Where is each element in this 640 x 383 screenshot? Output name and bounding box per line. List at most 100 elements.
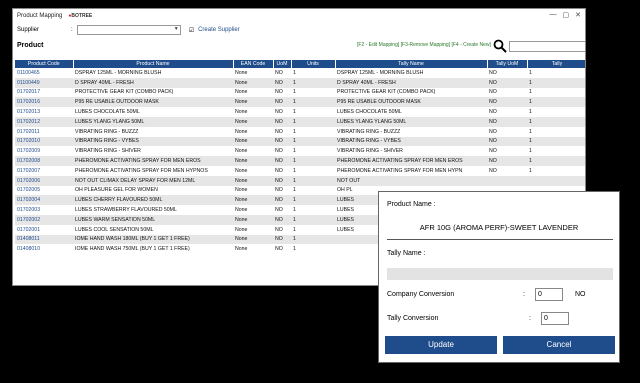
cell-tally-uom <box>487 175 527 186</box>
cell-product-code: 01100465 <box>15 68 73 78</box>
table-row[interactable]: 01702013 LUBES CHOCOLATE 50ML None NO 1 LUBES… <box>15 107 585 117</box>
mapping-dialog: Product Name : AFR 10G (AROMA PERF)-SWEE… <box>378 191 620 363</box>
cell-tally: 1 <box>527 68 585 78</box>
maximize-button[interactable]: ▢ <box>563 11 570 19</box>
cell-uom: NO <box>273 234 291 245</box>
table-row[interactable]: 01702010 VIBRATING RING - VYBES None NO 1 VIB… <box>15 136 585 147</box>
table-row[interactable]: 01702012 LUBES YLANG YLANG 50ML None NO 1 LUB… <box>15 116 585 127</box>
window-title: Product Mapping <box>17 13 63 19</box>
cell-tally-uom: NO <box>487 116 527 127</box>
cell-ean-code: None <box>233 165 273 176</box>
cell-product-code: 01702006 <box>15 175 73 186</box>
cell-uom: NO <box>273 175 291 186</box>
cell-uom: NO <box>273 195 291 206</box>
cell-ean-code: None <box>233 195 273 206</box>
cell-tally: 1 <box>527 146 585 157</box>
cancel-button[interactable]: Cancel <box>503 336 615 354</box>
cell-units: 1 <box>291 87 335 98</box>
cell-uom: NO <box>273 126 291 137</box>
col-header-tally[interactable]: Tally <box>527 60 585 68</box>
cell-units: 1 <box>291 185 335 196</box>
cell-product-name: VIBRATING RING - VYBES <box>73 136 233 147</box>
create-supplier-checkbox[interactable]: ☑ <box>189 27 194 34</box>
cell-product-code: 01702017 <box>15 87 73 98</box>
cell-uom: NO <box>273 97 291 108</box>
table-row[interactable]: 01100465 DSPRAY 125ML - MORNING BLUSH None… <box>15 68 585 78</box>
cell-ean-code: None <box>233 185 273 196</box>
cell-tally-uom: NO <box>487 87 527 98</box>
cell-product-name: D SPRAY 40ML - FRESH <box>73 77 233 88</box>
brand-logo: ●BOTREE <box>68 13 92 19</box>
tally-conversion-input[interactable]: 0 <box>541 312 569 325</box>
table-row[interactable]: 01702007 PHEROMONE ACTIVATING SPRAY FOR M… <box>15 165 585 176</box>
col-header-tally-name[interactable]: Tally Name <box>335 60 488 68</box>
cell-product-name: VIBRATING RING - BUZZZ <box>73 126 233 137</box>
cell-product-code: 01702008 <box>15 156 73 166</box>
table-row[interactable]: 01702009 VIBRATING RING - SHIVER None NO 1 VI… <box>15 146 585 157</box>
cell-tally: 1 <box>527 107 585 117</box>
company-conversion-uom: NO <box>575 291 586 298</box>
search-input[interactable] <box>509 41 585 52</box>
table-row[interactable]: 01702008 PHEROMONE ACTIVATING SPRAY FOR M… <box>15 156 585 166</box>
close-button[interactable]: ✕ <box>575 11 581 19</box>
cell-tally-uom: NO <box>487 68 527 78</box>
cell-product-code: 01100449 <box>15 77 73 88</box>
cell-uom: NO <box>273 68 291 78</box>
tally-conversion-label: Tally Conversion <box>387 315 439 322</box>
cell-product-code: 01702004 <box>15 195 73 206</box>
cell-product-name: LUBES YLANG YLANG 50ML <box>73 116 233 127</box>
cell-product-name: LUBES CHOCOLATE 50ML <box>73 107 233 117</box>
col-header-tally-uom[interactable]: Tally UoM <box>487 60 528 68</box>
col-header-ean-code[interactable]: EAN Code <box>233 60 274 68</box>
col-header-product-code[interactable]: Product Code <box>15 60 74 68</box>
title-bar: Product Mapping ●BOTREE <box>13 9 585 23</box>
cell-units: 1 <box>291 234 335 245</box>
cell-tally-uom: NO <box>487 165 527 176</box>
cell-ean-code: None <box>233 116 273 127</box>
cell-uom: NO <box>273 87 291 98</box>
table-row[interactable]: 01702016 P95 RE USABLE OUTDOOR MASK None NO… <box>15 97 585 108</box>
cell-units: 1 <box>291 126 335 137</box>
cell-uom: NO <box>273 165 291 176</box>
cell-ean-code: None <box>233 224 273 235</box>
col-header-product-name[interactable]: Product Name <box>73 60 234 68</box>
search-icon[interactable] <box>493 39 507 53</box>
cell-tally-uom: NO <box>487 77 527 88</box>
table-row[interactable]: 01100449 D SPRAY 40ML - FRESH None NO 1 D SPR… <box>15 77 585 88</box>
tally-name-field[interactable] <box>387 268 613 280</box>
cell-tally-name: D SPRAY 40ML - FRESH <box>335 77 487 88</box>
cell-tally-name: VIBRATING RING - BUZZZ <box>335 126 487 137</box>
update-button[interactable]: Update <box>385 336 497 354</box>
cell-uom: NO <box>273 214 291 225</box>
company-conversion-input[interactable]: 0 <box>535 288 563 301</box>
cell-tally: 1 <box>527 165 585 176</box>
cell-tally: 1 <box>527 126 585 137</box>
cell-tally: 1 <box>527 156 585 166</box>
supplier-label: Supplier <box>17 27 40 33</box>
cell-uom: NO <box>273 185 291 196</box>
table-row[interactable]: 01702011 VIBRATING RING - BUZZZ None NO 1 VIB… <box>15 126 585 137</box>
cell-product-code: 01702002 <box>15 214 73 225</box>
col-header-uom[interactable]: UoM <box>273 60 292 68</box>
cell-ean-code: None <box>233 107 273 117</box>
cell-tally-name: DSPRAY 125ML - MORNING BLUSH <box>335 68 487 78</box>
col-header-units[interactable]: Units <box>291 60 336 68</box>
cell-tally-name: LUBES YLANG YLANG 50ML <box>335 116 487 127</box>
supplier-select[interactable]: ▼ <box>76 25 181 35</box>
cell-tally: 1 <box>527 87 585 98</box>
window-controls: — ▢ ✕ <box>550 11 582 19</box>
cell-ean-code: None <box>233 205 273 215</box>
table-row[interactable]: 01702017 PROTECTIVE GEAR KIT (COMBO PACK)… <box>15 87 585 98</box>
cell-product-code: 01702009 <box>15 146 73 157</box>
minimize-button[interactable]: — <box>550 11 557 19</box>
cell-ean-code: None <box>233 136 273 147</box>
cell-tally <box>527 175 585 186</box>
cell-tally-name: PROTECTIVE GEAR KIT (COMBO PACK) <box>335 87 487 98</box>
cell-product-code: 01702013 <box>15 107 73 117</box>
cell-units: 1 <box>291 205 335 215</box>
create-supplier-label[interactable]: Create Supplier <box>198 27 240 33</box>
cell-tally: 1 <box>527 97 585 108</box>
cell-units: 1 <box>291 107 335 117</box>
table-row[interactable]: 01702006 NOT OUT CLIMAX DELAY SPRAY FOR M… <box>15 175 585 186</box>
cell-tally-uom: NO <box>487 156 527 166</box>
